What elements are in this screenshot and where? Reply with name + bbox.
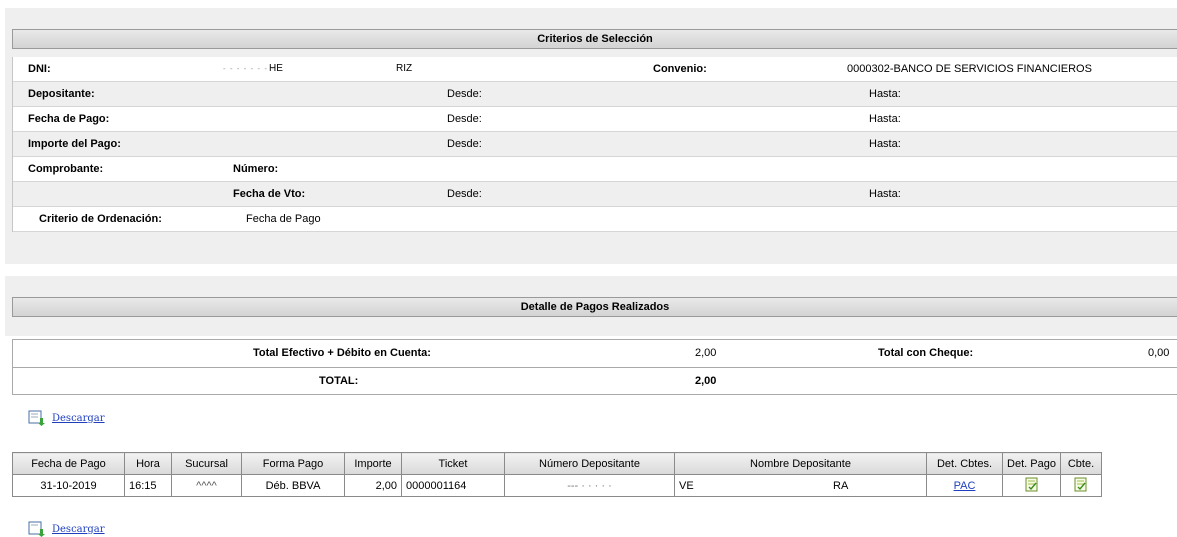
cell-fecha: 31-10-2019 bbox=[12, 474, 125, 497]
col-importe[interactable]: Importe bbox=[344, 452, 402, 475]
criteria-table: DNI: - - - - - - - - HE RIZ Convenio: 00… bbox=[12, 57, 1177, 232]
payments-table: Fecha de Pago Hora Sucursal Forma Pago I… bbox=[12, 452, 1102, 497]
cell-forma: Déb. BBVA bbox=[241, 474, 345, 497]
download-link-top[interactable]: Descargar bbox=[28, 410, 105, 426]
depositante-hasta: Hasta: bbox=[869, 88, 901, 100]
dni-masked: - - - - - - - - bbox=[223, 64, 275, 73]
criteria-row-fecha-pago: Fecha de Pago: Desde: Hasta: bbox=[13, 107, 1177, 132]
dni-name-part: HE bbox=[269, 63, 283, 74]
cell-hora: 16:15 bbox=[124, 474, 172, 497]
col-nombre-depositante[interactable]: Nombre Depositante bbox=[674, 452, 927, 475]
fecha-pago-hasta: Hasta: bbox=[869, 113, 901, 125]
importe-label: Importe del Pago: bbox=[28, 138, 121, 150]
cell-numero-dep: --- · · · · · bbox=[504, 474, 675, 497]
criteria-row-fecha-vto: Fecha de Vto: Desde: Hasta: bbox=[13, 182, 1177, 207]
col-fecha-pago[interactable]: Fecha de Pago bbox=[12, 452, 125, 475]
cell-det-pago bbox=[1002, 474, 1061, 497]
col-sucursal[interactable]: Sucursal bbox=[171, 452, 242, 475]
dni-label: DNI: bbox=[28, 63, 51, 75]
total-label: TOTAL: bbox=[319, 375, 359, 387]
det-cbtes-link[interactable]: PAC bbox=[954, 480, 976, 492]
fecha-vto-label: Fecha de Vto: bbox=[233, 188, 306, 200]
orden-value: Fecha de Pago bbox=[246, 213, 321, 225]
document-check-icon[interactable] bbox=[1074, 477, 1088, 492]
cell-det-cbtes: PAC bbox=[926, 474, 1003, 497]
cell-importe: 2,00 bbox=[344, 474, 402, 497]
table-header-row: Fecha de Pago Hora Sucursal Forma Pago I… bbox=[12, 452, 1102, 475]
numero-label: Número: bbox=[233, 163, 279, 175]
comprobante-label: Comprobante: bbox=[28, 163, 104, 175]
col-forma-pago[interactable]: Forma Pago bbox=[241, 452, 345, 475]
download-doc-icon bbox=[28, 410, 45, 426]
cell-sucursal: ^^^^ bbox=[171, 474, 242, 497]
download-doc-icon bbox=[28, 521, 45, 537]
fecha-vto-hasta: Hasta: bbox=[869, 188, 901, 200]
cell-cbte bbox=[1060, 474, 1102, 497]
convenio-value: 0000302-BANCO DE SERVICIOS FINANCIEROS bbox=[847, 63, 1092, 75]
detail-title: Detalle de Pagos Realizados bbox=[12, 297, 1177, 317]
totals-row-2: TOTAL: 2,00 bbox=[13, 367, 1177, 394]
importe-hasta: Hasta: bbox=[869, 138, 901, 150]
fecha-pago-desde: Desde: bbox=[447, 113, 482, 125]
col-hora[interactable]: Hora bbox=[124, 452, 172, 475]
dni-name-part-2: RIZ bbox=[396, 63, 413, 74]
orden-label: Criterio de Ordenación: bbox=[39, 213, 162, 225]
col-cbte[interactable]: Cbte. bbox=[1060, 452, 1102, 475]
fecha-vto-desde: Desde: bbox=[447, 188, 482, 200]
total-efectivo-value: 2,00 bbox=[695, 347, 717, 359]
criteria-panel: Criterios de Selección DNI: - - - - - - … bbox=[5, 8, 1177, 264]
download-button-top[interactable]: Descargar bbox=[52, 413, 105, 424]
criteria-row-importe: Importe del Pago: Desde: Hasta: bbox=[13, 132, 1177, 157]
download-button-bottom[interactable]: Descargar bbox=[52, 524, 105, 535]
col-det-pago[interactable]: Det. Pago bbox=[1002, 452, 1061, 475]
col-det-cbtes[interactable]: Det. Cbtes. bbox=[926, 452, 1003, 475]
importe-desde: Desde: bbox=[447, 138, 482, 150]
depositante-label: Depositante: bbox=[28, 88, 95, 100]
totals-row-1: Total Efectivo + Débito en Cuenta: 2,00 … bbox=[13, 340, 1177, 367]
criteria-row-dni: DNI: - - - - - - - - HE RIZ Convenio: 00… bbox=[13, 57, 1177, 82]
total-efectivo-label: Total Efectivo + Débito en Cuenta: bbox=[253, 347, 431, 359]
fecha-pago-label: Fecha de Pago: bbox=[28, 113, 110, 125]
depositante-desde: Desde: bbox=[447, 88, 482, 100]
criteria-row-comprobante: Comprobante: Número: bbox=[13, 157, 1177, 182]
cell-ticket: 0000001164 bbox=[401, 474, 505, 497]
criteria-title: Criterios de Selección bbox=[12, 29, 1177, 49]
nombre-part: VE bbox=[679, 479, 694, 492]
totals-box: Total Efectivo + Débito en Cuenta: 2,00 … bbox=[12, 339, 1177, 395]
criteria-row-depositante: Depositante: Desde: Hasta: bbox=[13, 82, 1177, 107]
total-cheque-label: Total con Cheque: bbox=[878, 347, 974, 359]
criteria-row-orden: Criterio de Ordenación: Fecha de Pago bbox=[13, 207, 1177, 232]
nombre-part-2: RA bbox=[833, 479, 849, 492]
total-value: 2,00 bbox=[695, 375, 717, 387]
col-ticket[interactable]: Ticket bbox=[401, 452, 505, 475]
table-row: 31-10-2019 16:15 ^^^^ Déb. BBVA 2,00 000… bbox=[12, 474, 1102, 497]
cell-nombre-dep: VE RA bbox=[674, 474, 927, 497]
download-link-bottom[interactable]: Descargar bbox=[28, 521, 105, 537]
detail-panel: Detalle de Pagos Realizados bbox=[5, 276, 1177, 336]
convenio-label: Convenio: bbox=[653, 63, 707, 75]
total-cheque-value: 0,00 bbox=[1148, 347, 1170, 359]
col-numero-depositante[interactable]: Número Depositante bbox=[504, 452, 675, 475]
document-check-icon[interactable] bbox=[1025, 477, 1039, 492]
